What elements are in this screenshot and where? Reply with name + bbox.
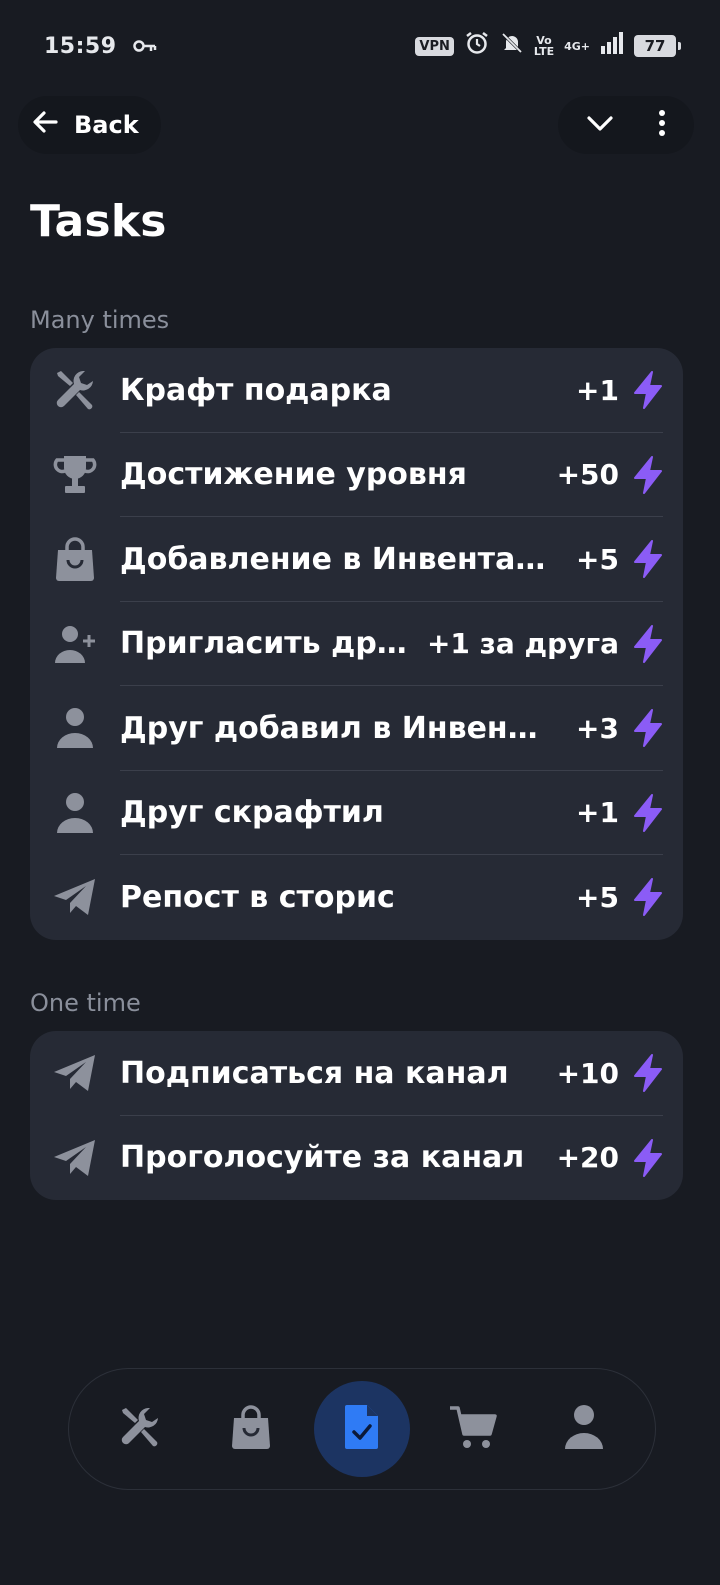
task-reward: +1: [576, 796, 619, 830]
lightning-icon: [631, 455, 683, 495]
section-label-many-times: Many times: [30, 306, 170, 334]
task-row[interactable]: Достижение уровня +50: [30, 433, 683, 518]
task-label: Друг добавил в Инвен…: [120, 710, 538, 746]
task-label: Репост в сторис: [120, 879, 395, 915]
chevron-down-icon[interactable]: [585, 108, 615, 142]
lightning-icon: [631, 877, 683, 917]
telegram-icon: [30, 876, 120, 918]
lightning-icon: [631, 708, 683, 748]
task-list-one-time: Подписаться на канал +10 Проголосуйте за к…: [30, 1031, 683, 1200]
task-document-icon: [342, 1403, 382, 1455]
nav-profile[interactable]: [536, 1381, 632, 1477]
battery-indicator: 77: [634, 35, 681, 57]
user-plus-icon: [30, 621, 120, 667]
arrow-left-icon: [30, 107, 60, 143]
task-label: Достижение уровня: [120, 457, 467, 493]
cart-icon: [448, 1404, 498, 1454]
telegram-icon: [30, 1052, 120, 1094]
alarm-icon: [464, 30, 490, 62]
back-label: Back: [74, 111, 139, 139]
bag-icon: [229, 1404, 273, 1454]
task-row[interactable]: Пригласить др… +1 за друга: [30, 602, 683, 687]
task-label: Проголосуйте за канал: [120, 1140, 525, 1176]
task-reward: +1: [576, 373, 619, 407]
key-icon: [132, 34, 157, 59]
profile-icon: [562, 1403, 606, 1455]
task-row[interactable]: Друг добавил в Инвен… +3: [30, 686, 683, 771]
task-row[interactable]: Подписаться на канал +10: [30, 1031, 683, 1116]
header-actions: [558, 96, 694, 154]
user-icon: [30, 790, 120, 836]
bag-icon: [30, 536, 120, 582]
task-label: Подписаться на канал: [120, 1055, 509, 1091]
task-reward: +3: [576, 711, 619, 745]
task-label: Добавление в Инвента…: [120, 541, 546, 577]
lightning-icon: [631, 539, 683, 579]
nav-bag[interactable]: [203, 1381, 299, 1477]
task-label: Пригласить др…: [120, 626, 407, 662]
tools-icon: [117, 1404, 163, 1454]
nav-task-document[interactable]: [313, 1381, 410, 1477]
user-icon: [30, 705, 120, 751]
task-label: Крафт подарка: [120, 372, 392, 408]
telegram-icon: [30, 1137, 120, 1179]
nav-cart[interactable]: [425, 1381, 521, 1477]
task-list-many-times: Крафт подарка +1 Достижение уровня +50 Добав…: [30, 348, 683, 940]
tools-icon: [30, 367, 120, 413]
lightning-icon: [631, 1053, 683, 1093]
task-reward: +20: [556, 1141, 619, 1175]
task-reward: +1 за друга: [426, 627, 619, 661]
task-row[interactable]: Друг скрафтил +1: [30, 771, 683, 856]
section-label-one-time: One time: [30, 989, 141, 1017]
task-reward: +10: [556, 1056, 619, 1090]
vpn-badge: VPN: [415, 36, 454, 56]
task-row[interactable]: Репост в сторис +5: [30, 855, 683, 940]
task-reward: +5: [576, 880, 619, 914]
lightning-icon: [631, 793, 683, 833]
volte-indicator: Vo LTE: [533, 34, 555, 58]
task-row[interactable]: Проголосуйте за канал +20: [30, 1116, 683, 1201]
status-icons: VPN Vo LTE 4G+ 77: [415, 30, 681, 62]
bell-off-icon: [500, 31, 524, 61]
lightning-icon: [631, 370, 683, 410]
lightning-icon: [631, 1138, 683, 1178]
status-bar: 15:59 VPN Vo LTE 4G+ 77: [0, 0, 720, 92]
task-reward: +5: [576, 542, 619, 576]
page-title: Tasks: [30, 196, 167, 247]
top-bar: Back: [0, 96, 720, 156]
trophy-icon: [30, 452, 120, 498]
status-time: 15:59: [44, 33, 117, 59]
more-vertical-icon[interactable]: [657, 108, 667, 142]
network-type: 4G+: [564, 39, 590, 53]
signal-icon: [600, 32, 624, 60]
nav-tools[interactable]: [92, 1381, 188, 1477]
bottom-nav: [68, 1368, 656, 1490]
task-label: Друг скрафтил: [120, 795, 384, 831]
task-row[interactable]: Крафт подарка +1: [30, 348, 683, 433]
task-reward: +50: [556, 458, 619, 492]
lightning-icon: [631, 624, 683, 664]
back-button[interactable]: Back: [18, 96, 161, 154]
task-row[interactable]: Добавление в Инвента… +5: [30, 517, 683, 602]
